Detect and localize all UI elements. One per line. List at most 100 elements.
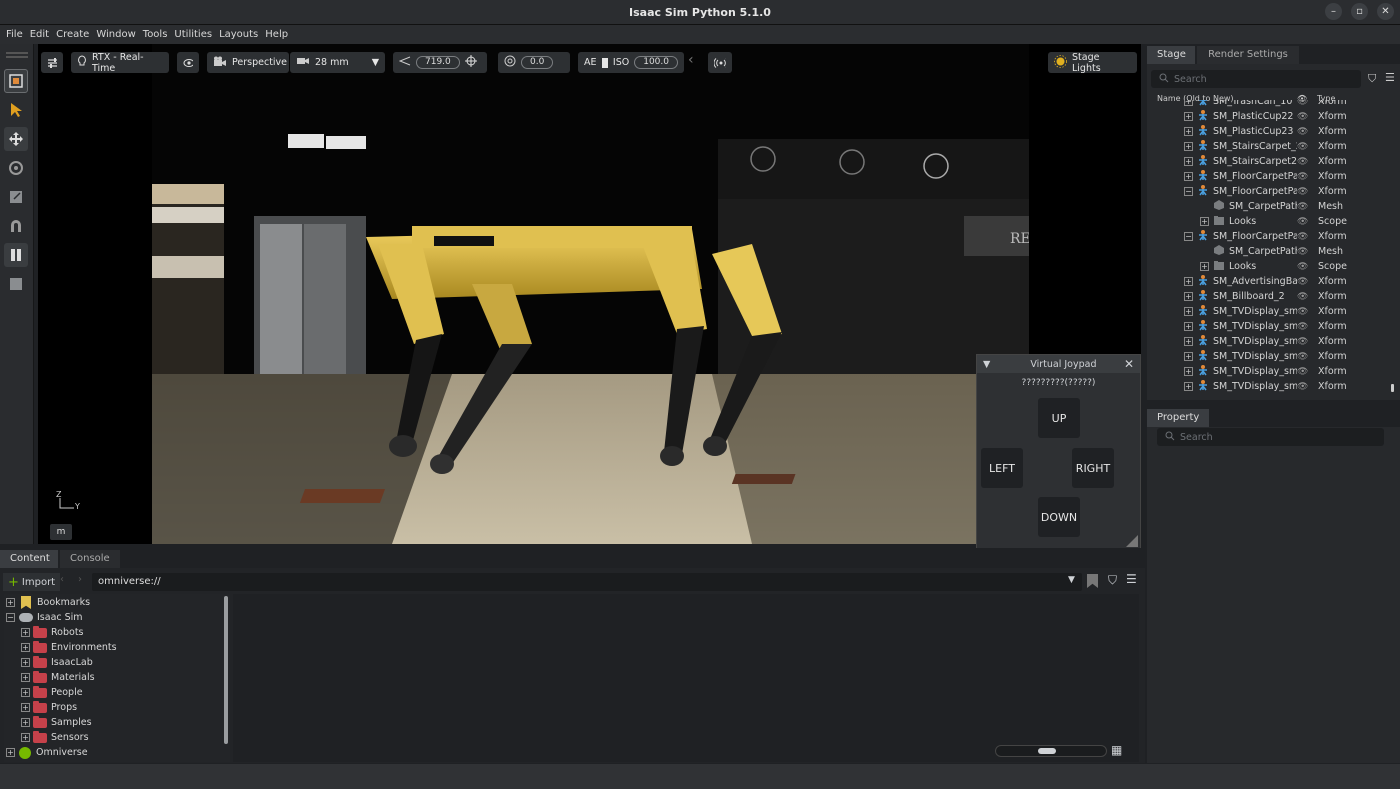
content-tree-item[interactable]: + Robots (21, 625, 84, 640)
thumbnail-size-slider[interactable] (995, 745, 1107, 757)
visibility-eye-icon[interactable]: 👁 (1297, 217, 1308, 227)
stage-tree-row[interactable]: + SM_AdvertisingBar 👁 Xform (1147, 274, 1387, 289)
stage-tree-row[interactable]: + SM_TVDisplay_sma 👁 Xform (1147, 319, 1387, 334)
stop-icon[interactable] (4, 272, 28, 296)
collapse-triangle-icon[interactable]: ▼ (983, 359, 990, 370)
property-search-input[interactable]: Search (1157, 428, 1384, 446)
visibility-eye-icon[interactable]: 👁 (1297, 100, 1308, 107)
content-tree-scrollbar[interactable] (224, 596, 228, 744)
expand-toggle-icon[interactable]: + (21, 703, 30, 712)
stage-tree-row[interactable]: + Looks 👁 Scope (1147, 214, 1387, 229)
stage-tree-row[interactable]: + SM_StairsCarpet2 👁 Xform (1147, 154, 1387, 169)
select-arrow-icon[interactable] (4, 98, 28, 122)
content-tree-item[interactable]: − Isaac Sim (6, 610, 83, 625)
expand-toggle-icon[interactable]: + (1184, 157, 1193, 166)
chevron-left-icon[interactable]: ‹ (688, 52, 696, 73)
expand-toggle-icon[interactable]: + (1184, 337, 1193, 346)
menu-list-icon[interactable]: ☰ (1126, 572, 1137, 586)
resize-handle[interactable] (1126, 535, 1138, 547)
visibility-eye-icon[interactable]: 👁 (1297, 172, 1308, 182)
expand-toggle-icon[interactable]: + (1184, 112, 1193, 121)
tab-property[interactable]: Property (1147, 409, 1209, 427)
stage-tree-row[interactable]: + SM_TVDisplay_sma 👁 Xform (1147, 349, 1387, 364)
expand-toggle-icon[interactable]: + (21, 628, 30, 637)
exposure-value[interactable]: 0.0 (521, 56, 554, 69)
expand-toggle-icon[interactable]: + (1184, 307, 1193, 316)
joypad-down-button[interactable]: DOWN (1038, 497, 1080, 537)
menu-list-icon[interactable]: ☰ (1385, 71, 1395, 84)
visibility-eye-icon[interactable]: 👁 (1297, 262, 1308, 272)
content-tree-item[interactable]: + IsaacLab (21, 655, 93, 670)
expand-toggle-icon[interactable]: + (21, 673, 30, 682)
move-tool-icon[interactable] (4, 127, 28, 151)
expand-toggle-icon[interactable]: + (1184, 100, 1193, 106)
visibility-eye-icon[interactable]: 👁 (1297, 157, 1308, 167)
expand-toggle-icon[interactable]: + (1184, 292, 1193, 301)
content-tree-item[interactable]: + Environments (21, 640, 117, 655)
expand-toggle-icon[interactable]: + (1184, 142, 1193, 151)
stage-tree-row[interactable]: + SM_PlasticCup23 👁 Xform (1147, 124, 1387, 139)
stage-tree-row[interactable]: − SM_FloorCarpetPat 👁 Xform (1147, 184, 1387, 199)
expand-toggle-icon[interactable]: − (1184, 187, 1193, 196)
stage-tree-row[interactable]: SM_CarpetPath 👁 Mesh (1147, 244, 1387, 259)
expand-toggle-icon[interactable]: + (1184, 322, 1193, 331)
renderer-dropdown[interactable]: RTX - Real-Time (71, 52, 169, 74)
tab-render-settings[interactable]: Render Settings (1197, 46, 1299, 64)
expand-toggle-icon[interactable]: + (21, 688, 30, 697)
bookmark-icon[interactable] (1087, 574, 1098, 588)
visibility-eye-icon[interactable]: 👁 (1297, 367, 1308, 377)
expand-toggle-icon[interactable]: + (1184, 172, 1193, 181)
expand-toggle-icon[interactable]: + (1184, 127, 1193, 136)
expand-toggle-icon[interactable]: + (21, 733, 30, 742)
path-input[interactable]: omniverse:// (92, 573, 1082, 591)
expand-toggle-icon[interactable]: + (6, 748, 15, 757)
stage-tree-row[interactable]: SM_CarpetPath 👁 Mesh (1147, 199, 1387, 214)
menu-file[interactable]: File (6, 29, 23, 40)
stage-tree-row[interactable]: + SM_FloorCarpetPat 👁 Xform (1147, 169, 1387, 184)
visibility-eye-icon[interactable]: 👁 (1297, 307, 1308, 317)
slider-handle[interactable] (1038, 748, 1056, 754)
scale-tool-icon[interactable] (4, 185, 28, 209)
broadcast-icon[interactable] (708, 52, 732, 73)
expand-toggle-icon[interactable]: + (21, 643, 30, 652)
camera-dropdown[interactable]: Perspective (207, 52, 289, 73)
stage-tree-row[interactable]: + SM_TrashCan_10 👁 Xform (1147, 100, 1387, 109)
visibility-eye-icon[interactable]: 👁 (1297, 337, 1308, 347)
aperture-value[interactable]: 719.0 (416, 56, 460, 69)
expand-toggle-icon[interactable]: + (6, 598, 15, 607)
expand-toggle-icon[interactable]: + (1200, 262, 1209, 271)
stage-tree-row[interactable]: + SM_TVDisplay_sma 👁 Xform (1147, 364, 1387, 379)
stage-scrollbar[interactable] (1391, 384, 1394, 392)
focal-length-dropdown[interactable]: 28 mm ▼ (290, 52, 385, 73)
aperture-control[interactable]: 719.0 (393, 52, 487, 73)
exposure-control[interactable]: 0.0 (498, 52, 570, 73)
stage-tree-row[interactable]: + Looks 👁 Scope (1147, 259, 1387, 274)
menu-edit[interactable]: Edit (30, 29, 49, 40)
settings-sliders-icon[interactable] (41, 52, 63, 73)
tab-stage[interactable]: Stage (1147, 46, 1195, 64)
stage-tree-row[interactable]: + SM_TVDisplay_sma 👁 Xform (1147, 334, 1387, 349)
select-mode-icon[interactable] (4, 69, 28, 93)
menu-utilities[interactable]: Utilities (174, 29, 212, 40)
forward-arrow-icon[interactable]: › (78, 574, 82, 585)
expand-toggle-icon[interactable]: + (1184, 352, 1193, 361)
visibility-eye-icon[interactable]: 👁 (1297, 142, 1308, 152)
menu-create[interactable]: Create (56, 29, 89, 40)
iso-control[interactable]: AE ISO 100.0 (578, 52, 684, 73)
visibility-eye-icon[interactable]: 👁 (1297, 247, 1308, 257)
menu-help[interactable]: Help (265, 29, 288, 40)
stage-search-input[interactable]: Search (1151, 70, 1361, 88)
back-arrow-icon[interactable]: ‹ (60, 574, 64, 585)
content-tree-item[interactable]: + Props (21, 700, 77, 715)
content-tree-item[interactable]: + Bookmarks (6, 595, 90, 610)
ae-checkbox[interactable] (601, 57, 608, 68)
pause-icon[interactable] (4, 243, 28, 267)
visibility-eye-icon[interactable]: 👁 (1297, 322, 1308, 332)
visibility-eye-icon[interactable]: 👁 (1297, 352, 1308, 362)
visibility-eye-icon[interactable]: 👁 (1297, 202, 1308, 212)
visibility-eye-icon[interactable]: 👁 (1297, 187, 1308, 197)
joypad-right-button[interactable]: RIGHT (1072, 448, 1114, 488)
visibility-eye-icon[interactable]: 👁 (1297, 127, 1308, 137)
import-button[interactable]: + Import (3, 573, 61, 591)
content-tree-item[interactable]: + Sensors (21, 730, 89, 745)
